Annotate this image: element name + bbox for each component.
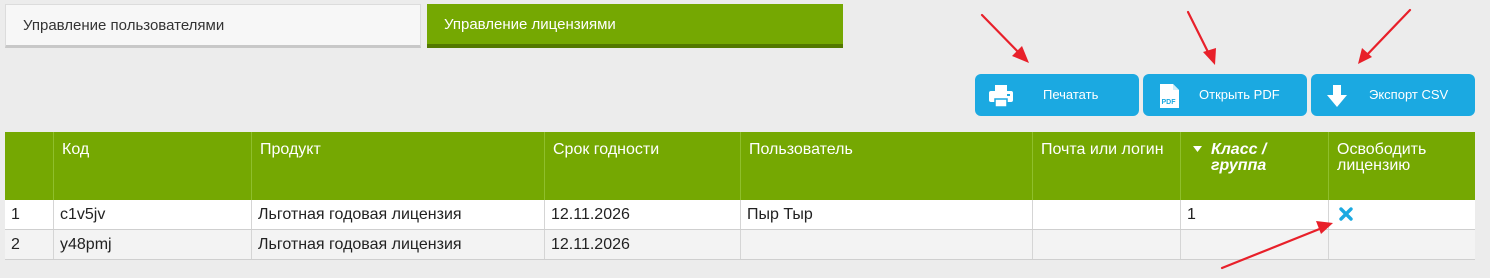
arrow-to-pdf [1186, 10, 1213, 60]
pdf-icon-text: PDF [1162, 99, 1177, 106]
header-product[interactable]: Продукт [251, 132, 544, 200]
arrowhead-pdf [1203, 48, 1216, 65]
cell-user [740, 230, 1032, 259]
header-release-license[interactable]: Освободить лицензию [1328, 132, 1475, 200]
cell-product: Льготная годовая лицензия [251, 200, 544, 229]
table-row: 1 c1v5jv Льготная годовая лицензия 12.11… [5, 200, 1475, 230]
tab-user-management[interactable]: Управление пользователями [5, 4, 421, 48]
cell-user: Пыр Тыр [740, 200, 1032, 229]
header-user[interactable]: Пользователь [740, 132, 1032, 200]
download-arrow-icon [1327, 85, 1347, 107]
export-csv-button-label: Экспорт CSV [1369, 87, 1449, 102]
tab-license-management[interactable]: Управление лицензиями [427, 4, 843, 48]
pdf-file-icon: PDF [1160, 84, 1179, 108]
header-class-group-label: Класс / группа [1211, 141, 1267, 174]
cell-email [1032, 200, 1180, 229]
header-row-number [5, 132, 53, 200]
cell-code: y48pmj [53, 230, 251, 259]
cell-number: 1 [11, 206, 20, 223]
cell-release [1328, 200, 1475, 229]
cell-code: c1v5jv [53, 200, 251, 229]
cell-class [1180, 230, 1328, 259]
release-license-icon[interactable] [1339, 207, 1353, 221]
arrow-to-csv [1362, 8, 1412, 60]
arrowhead-print [1012, 46, 1029, 63]
table-header-row: Код Продукт Срок годности Пользователь П… [5, 132, 1475, 200]
cell-class: 1 [1180, 200, 1328, 229]
header-email-login[interactable]: Почта или логин [1032, 132, 1180, 200]
cell-product: Льготная годовая лицензия [251, 230, 544, 259]
export-csv-button[interactable]: Экспорт CSV [1311, 74, 1475, 116]
arrowhead-csv [1358, 48, 1372, 64]
header-expiry[interactable]: Срок годности [544, 132, 740, 200]
sort-desc-icon [1193, 146, 1202, 152]
header-code[interactable]: Код [53, 132, 251, 200]
cell-release [1328, 230, 1475, 259]
header-class-group[interactable]: Класс / группа [1180, 132, 1328, 200]
print-button[interactable]: Печатать [975, 74, 1139, 116]
printer-icon [989, 85, 1013, 108]
cell-number: 2 [11, 236, 20, 253]
cell-email [1032, 230, 1180, 259]
open-pdf-button-label: Открыть PDF [1199, 87, 1280, 102]
print-button-label: Печатать [1043, 87, 1099, 102]
arrow-to-print [980, 13, 1026, 60]
open-pdf-button[interactable]: PDF Открыть PDF [1143, 74, 1307, 116]
table-row: 2 y48pmj Льготная годовая лицензия 12.11… [5, 230, 1475, 260]
cell-expiry: 12.11.2026 [544, 200, 740, 229]
cell-expiry: 12.11.2026 [544, 230, 740, 259]
license-table: Код Продукт Срок годности Пользователь П… [5, 132, 1475, 260]
